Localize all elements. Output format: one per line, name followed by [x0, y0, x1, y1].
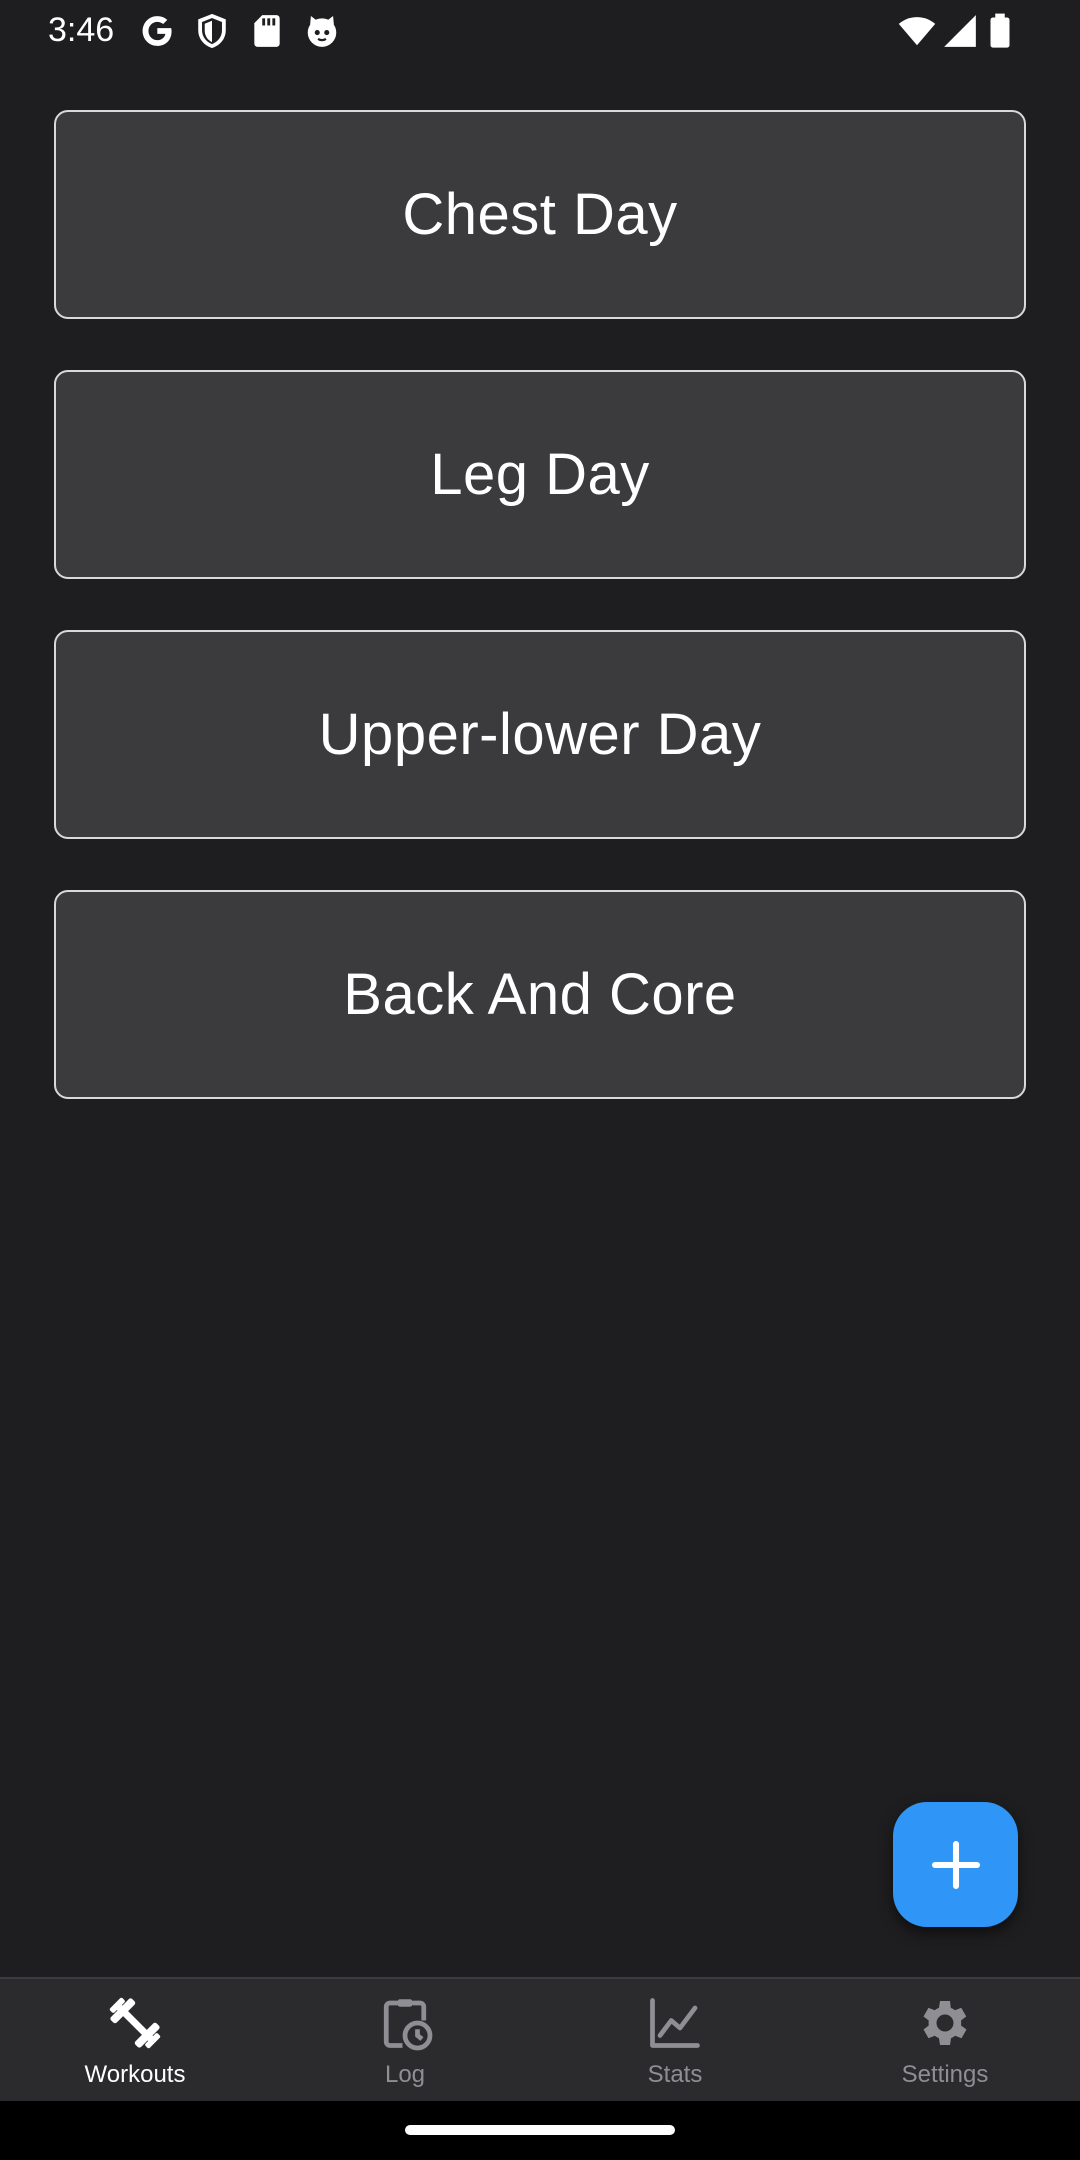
nav-item-workouts[interactable]: Workouts [0, 1979, 270, 2101]
clipboard-clock-icon [375, 1993, 435, 2053]
workout-card-label: Back And Core [343, 962, 737, 1027]
workout-card-back-and-core[interactable]: Back And Core [54, 890, 1026, 1099]
workout-card-label: Chest Day [402, 182, 678, 247]
nav-label: Log [384, 2061, 426, 2088]
nav-item-stats[interactable]: Stats [540, 1979, 810, 2101]
workout-card-label: Leg Day [430, 442, 650, 507]
nav-label: Stats [647, 2061, 703, 2088]
google-icon [138, 12, 176, 50]
status-time: 3:46 [48, 11, 115, 49]
workout-list: Chest Day Leg Day Upper-lower Day Back A… [54, 110, 1026, 1150]
nav-label: Workouts [84, 2061, 186, 2088]
nav-item-settings[interactable]: Settings [810, 1979, 1080, 2101]
workout-card-label: Upper-lower Day [318, 702, 762, 767]
home-gesture-handle[interactable] [405, 2125, 675, 2135]
bottom-navigation: Workouts Log Stats Settings [0, 1977, 1080, 2101]
cat-face-icon [303, 12, 341, 50]
shield-icon [193, 12, 231, 50]
app-screen: 3:46 Chest Day Leg Day Upper-lower Day B… [0, 0, 1080, 2160]
sd-card-icon [248, 12, 286, 50]
nav-item-log[interactable]: Log [270, 1979, 540, 2101]
gesture-navigation-area [0, 2101, 1080, 2160]
workout-card-leg-day[interactable]: Leg Day [54, 370, 1026, 579]
line-chart-icon [645, 1993, 705, 2053]
plus-icon [931, 1840, 980, 1889]
nav-label: Settings [901, 2061, 989, 2088]
workout-card-upper-lower-day[interactable]: Upper-lower Day [54, 630, 1026, 839]
cell-signal-icon [941, 12, 979, 50]
workout-card-chest-day[interactable]: Chest Day [54, 110, 1026, 319]
add-workout-button[interactable] [893, 1802, 1018, 1927]
gear-icon [915, 1993, 975, 2053]
wifi-icon [897, 12, 937, 50]
dumbbell-icon [105, 1993, 165, 2053]
battery-icon [985, 12, 1015, 50]
status-bar: 3:46 [0, 0, 1080, 62]
